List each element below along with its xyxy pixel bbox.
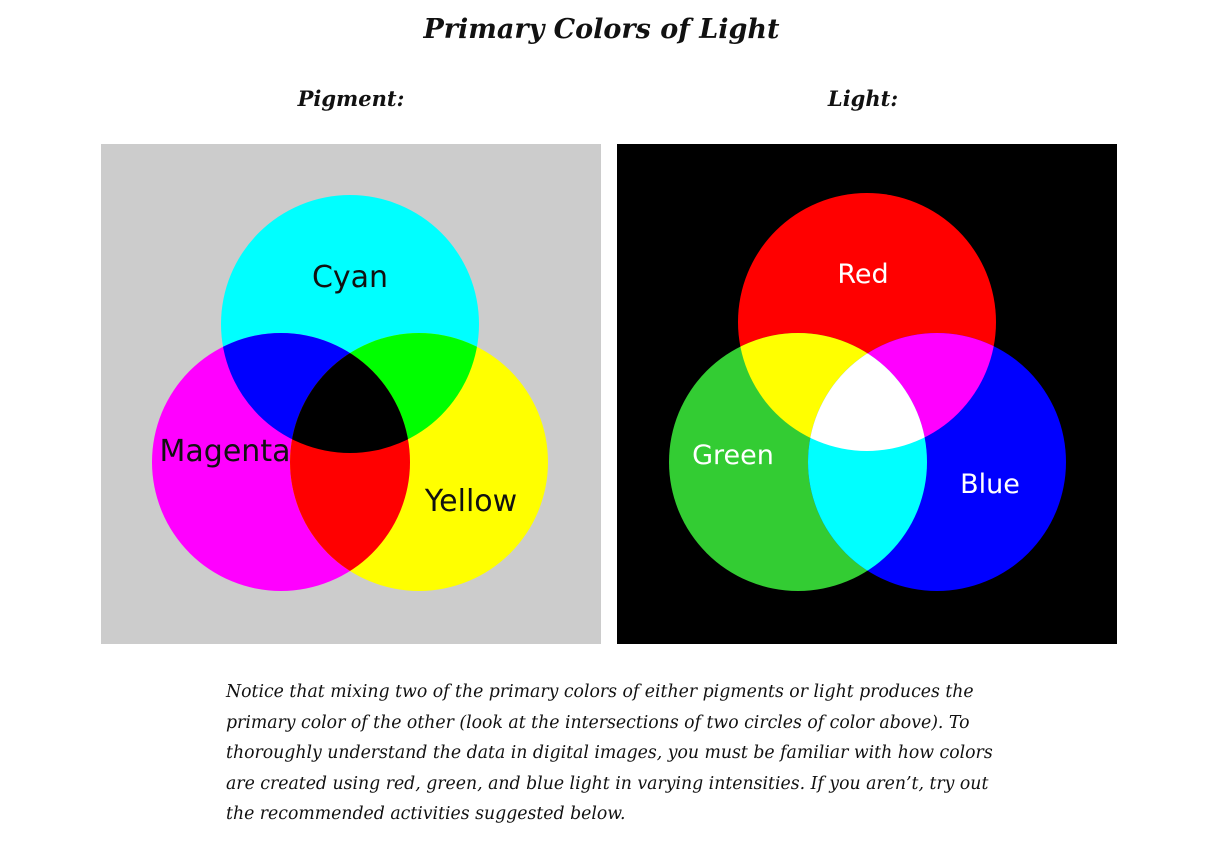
- yellow-label: Yellow: [424, 484, 517, 519]
- red-label: Red: [837, 259, 888, 290]
- light-diagram: Red Green Blue: [617, 144, 1117, 644]
- pigment-venn-svg: Cyan Magenta Yellow: [101, 144, 601, 644]
- pigment-label: Pigment:: [297, 86, 405, 111]
- cyan-label: Cyan: [312, 260, 388, 295]
- light-label: Light:: [827, 86, 899, 111]
- light-venn-svg: Red Green Blue: [617, 144, 1117, 644]
- caption-paragraph: Notice that mixing two of the primary co…: [226, 682, 993, 824]
- blue-label: Blue: [960, 469, 1020, 500]
- page-title: Primary Colors of Light: [423, 14, 780, 45]
- pigment-diagram: Cyan Magenta Yellow: [101, 144, 601, 644]
- magenta-label: Magenta: [160, 434, 291, 469]
- green-label: Green: [692, 440, 774, 471]
